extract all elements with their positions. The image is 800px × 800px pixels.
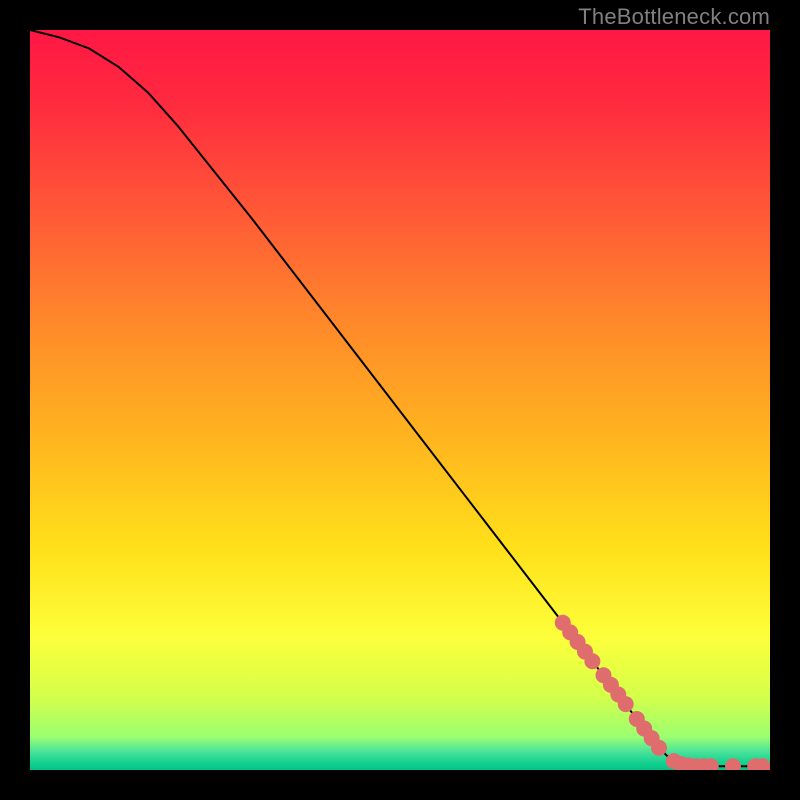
gradient-background (30, 30, 770, 770)
bottleneck-chart (30, 30, 770, 770)
data-point (584, 653, 600, 669)
data-point (651, 740, 667, 756)
watermark-text: TheBottleneck.com (578, 4, 770, 30)
chart-frame: TheBottleneck.com (0, 0, 800, 800)
data-point (618, 696, 634, 712)
